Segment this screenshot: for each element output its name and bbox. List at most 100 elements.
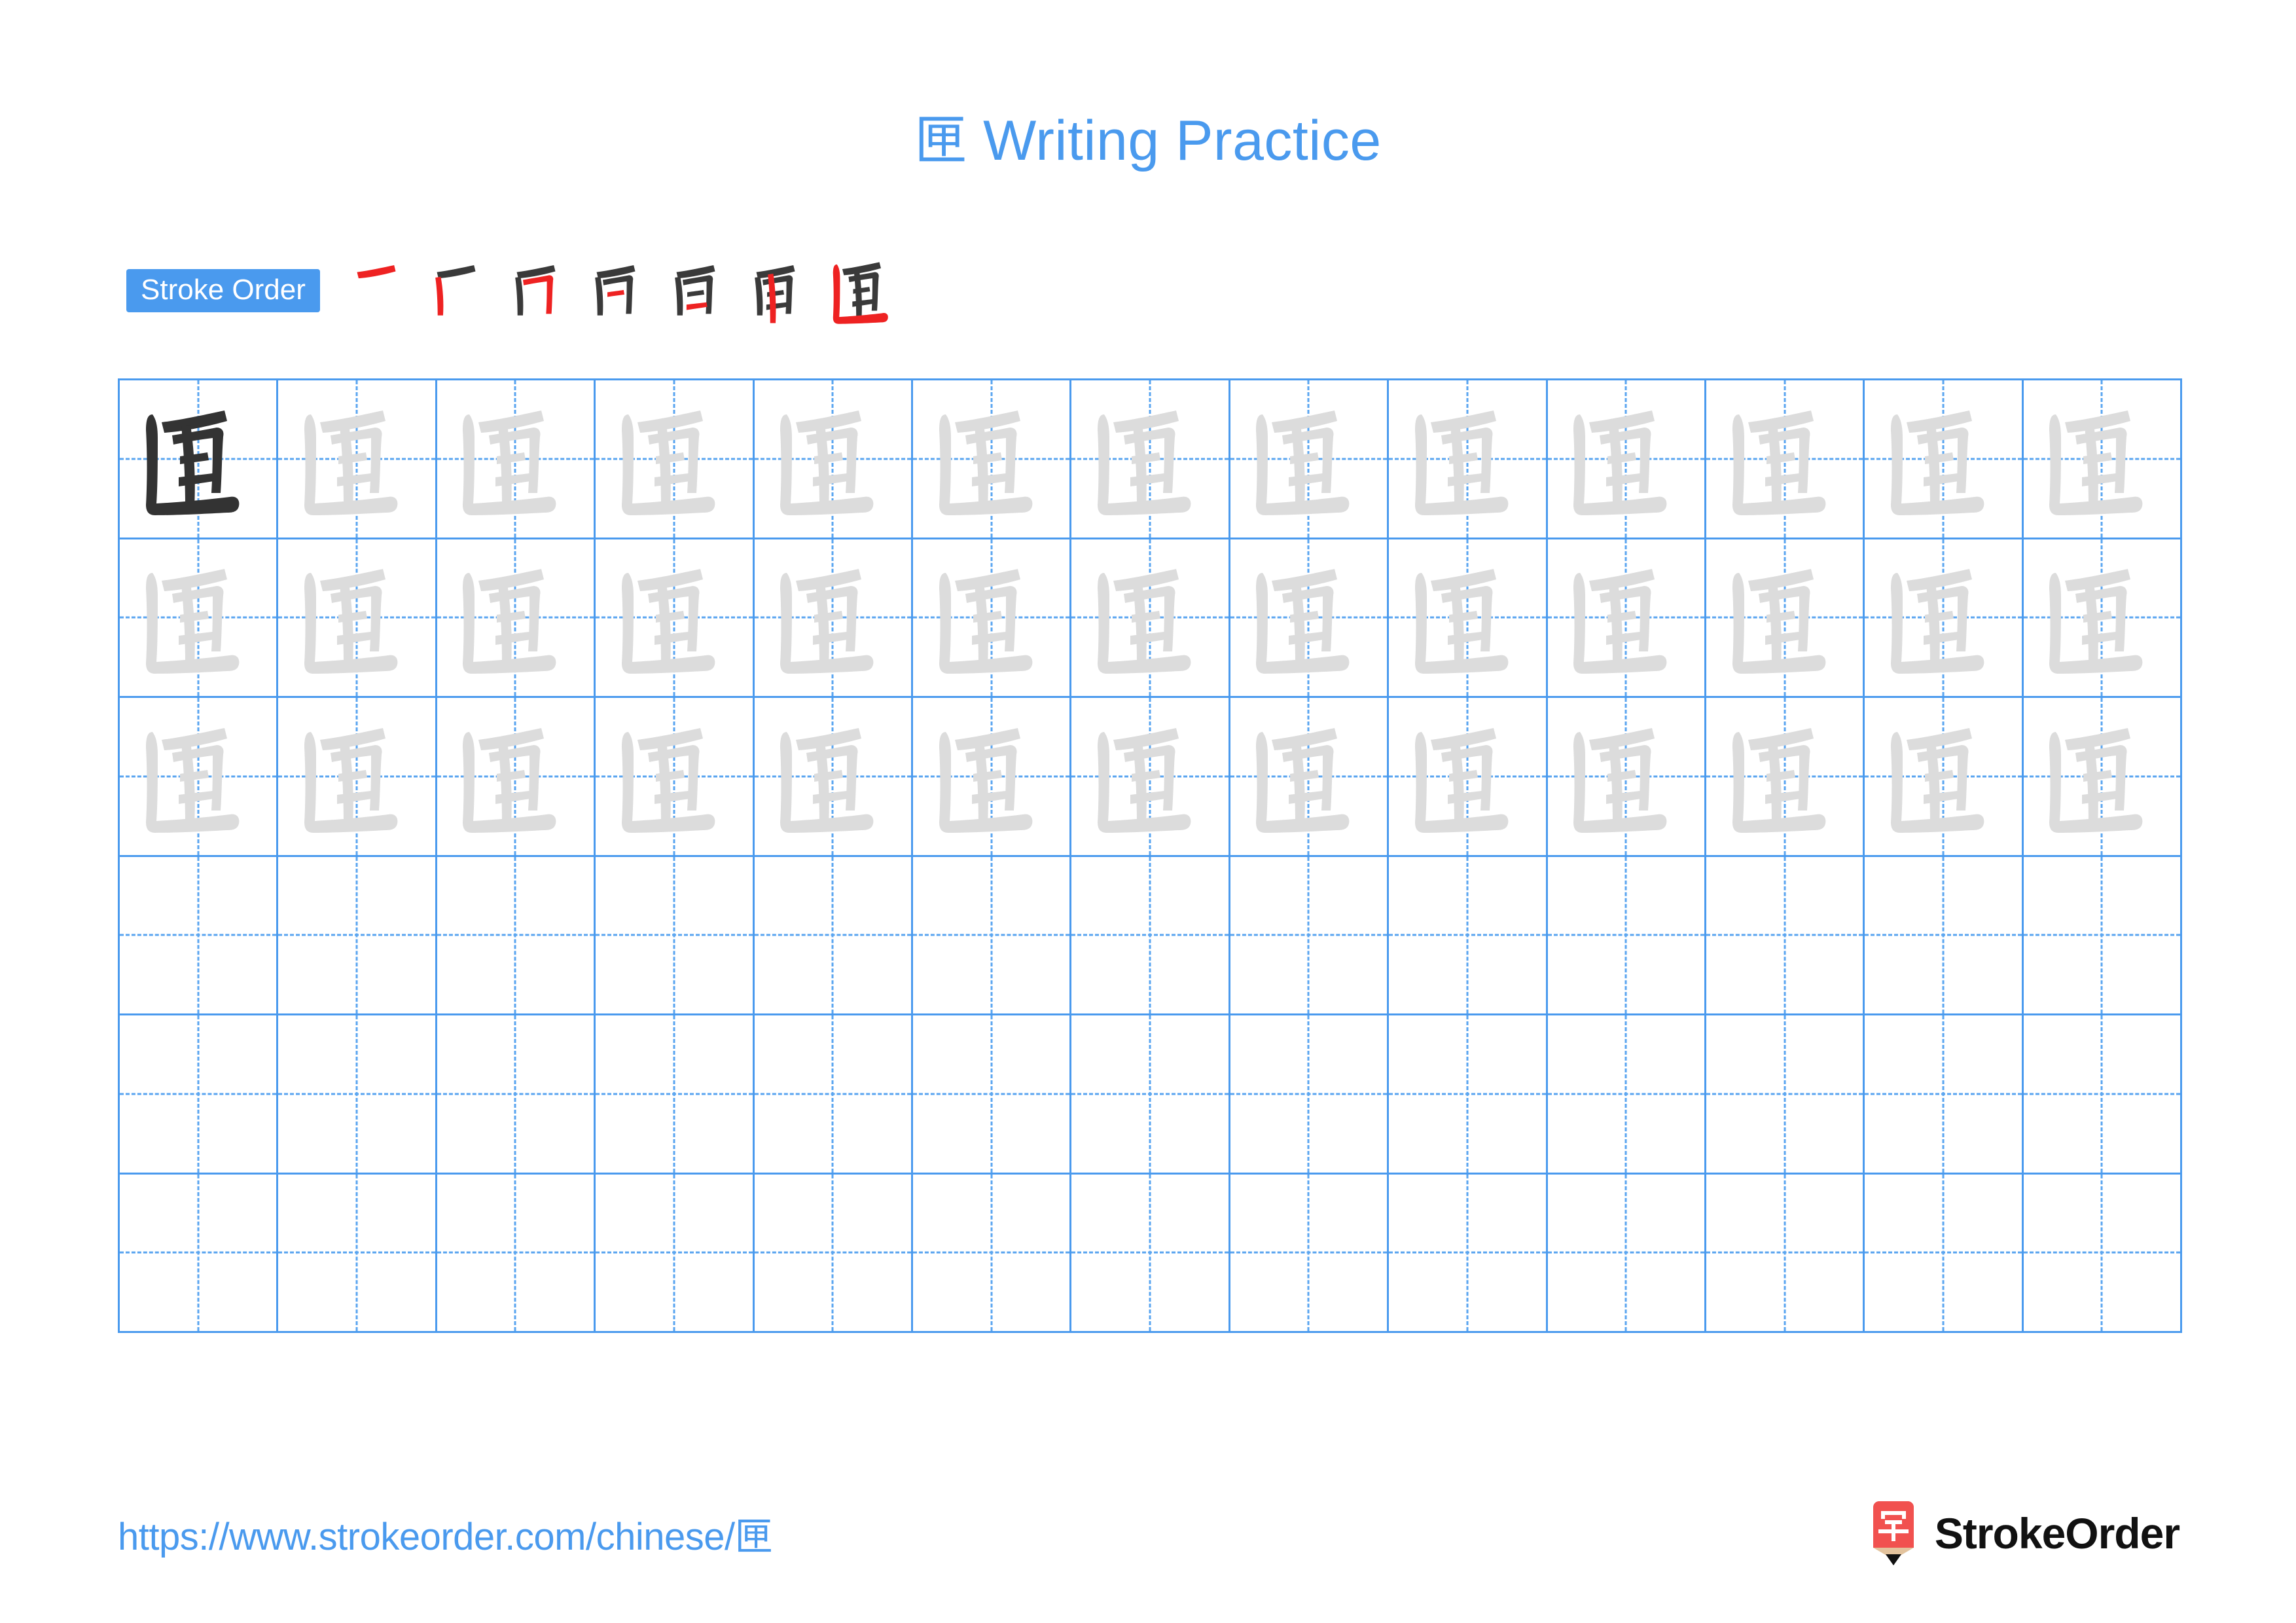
grid-cell-model[interactable]: [117, 378, 279, 539]
grid-cell-blank[interactable]: [594, 854, 755, 1015]
grid-cell-trace[interactable]: [752, 537, 913, 698]
grid-cell-blank[interactable]: [276, 1013, 437, 1175]
grid-cell-blank[interactable]: [910, 1172, 1072, 1333]
grid-cell-trace[interactable]: [1387, 696, 1548, 857]
practice-grid: [117, 378, 2183, 1333]
grid-cell-blank[interactable]: [2021, 854, 2183, 1015]
grid-cell-blank[interactable]: [1545, 1172, 1706, 1333]
grid-cell-trace[interactable]: [1069, 378, 1230, 539]
grid-cell-trace[interactable]: [1863, 696, 2024, 857]
footer-url[interactable]: https://www.strokeorder.com/chinese/匣: [118, 1506, 773, 1561]
practice-character: [2024, 393, 2180, 524]
grid-cell-trace[interactable]: [1228, 696, 1390, 857]
grid-cell-trace[interactable]: [117, 696, 279, 857]
practice-character: [1865, 552, 2021, 683]
cell-horizontal-guide: [912, 1251, 1070, 1254]
grid-cell-blank[interactable]: [1704, 854, 1865, 1015]
grid-cell-blank[interactable]: [276, 854, 437, 1015]
grid-cell-trace[interactable]: [910, 537, 1072, 698]
grid-cell-trace[interactable]: [2021, 696, 2183, 857]
grid-cell-blank[interactable]: [1069, 854, 1230, 1015]
grid-cell-blank[interactable]: [117, 1172, 279, 1333]
grid-cell-blank[interactable]: [435, 854, 596, 1015]
grid-cell-trace[interactable]: [1228, 537, 1390, 698]
grid-cell-blank[interactable]: [117, 854, 279, 1015]
grid-cell-blank[interactable]: [1704, 1172, 1865, 1333]
grid-cell-blank[interactable]: [1228, 1013, 1390, 1175]
grid-cell-blank[interactable]: [1069, 1172, 1230, 1333]
grid-cell-trace[interactable]: [2021, 537, 2183, 698]
grid-cell-trace[interactable]: [1387, 378, 1548, 539]
grid-cell-trace[interactable]: [594, 537, 755, 698]
stroke-step-1: [346, 252, 423, 329]
grid-cell-blank[interactable]: [910, 1013, 1072, 1175]
grid-cell-blank[interactable]: [752, 1013, 913, 1175]
grid-cell-trace[interactable]: [1704, 537, 1865, 698]
grid-cell-trace[interactable]: [594, 696, 755, 857]
grid-cell-blank[interactable]: [1069, 1013, 1230, 1175]
practice-character: [1071, 393, 1228, 524]
grid-cell-blank[interactable]: [1545, 1013, 1706, 1175]
cell-horizontal-guide: [1547, 934, 1704, 936]
grid-cell-blank[interactable]: [1228, 1172, 1390, 1333]
grid-cell-trace[interactable]: [1863, 537, 2024, 698]
grid-cell-blank[interactable]: [910, 854, 1072, 1015]
grid-cell-blank[interactable]: [594, 1013, 755, 1175]
grid-cell-trace[interactable]: [1863, 378, 2024, 539]
grid-cell-trace[interactable]: [1545, 696, 1706, 857]
cell-horizontal-guide: [437, 1251, 594, 1254]
grid-cell-blank[interactable]: [2021, 1172, 2183, 1333]
grid-cell-trace[interactable]: [2021, 378, 2183, 539]
grid-cell-blank[interactable]: [1545, 854, 1706, 1015]
grid-cell-trace[interactable]: [910, 378, 1072, 539]
grid-cell-trace[interactable]: [1545, 537, 1706, 698]
grid-cell-trace[interactable]: [910, 696, 1072, 857]
grid-cell-trace[interactable]: [1069, 696, 1230, 857]
grid-cell-blank[interactable]: [1387, 854, 1548, 1015]
grid-cell-blank[interactable]: [1228, 854, 1390, 1015]
grid-cell-trace[interactable]: [1228, 378, 1390, 539]
cell-vertical-guide: [1784, 1174, 1786, 1331]
grid-cell-trace[interactable]: [1704, 696, 1865, 857]
grid-cell-blank[interactable]: [2021, 1013, 2183, 1175]
grid-cell-blank[interactable]: [752, 1172, 913, 1333]
practice-character: [596, 711, 752, 842]
cell-vertical-guide: [1307, 1174, 1310, 1331]
grid-cell-trace[interactable]: [752, 378, 913, 539]
grid-cell-trace[interactable]: [435, 378, 596, 539]
practice-character: [1389, 552, 1545, 683]
grid-cell-trace[interactable]: [1545, 378, 1706, 539]
grid-cell-trace[interactable]: [1387, 537, 1548, 698]
grid-cell-trace[interactable]: [435, 537, 596, 698]
grid-cell-blank[interactable]: [117, 1013, 279, 1175]
grid-cell-trace[interactable]: [276, 537, 437, 698]
stroke-step-3: [506, 252, 583, 329]
grid-cell-trace[interactable]: [752, 696, 913, 857]
grid-cell-trace[interactable]: [276, 696, 437, 857]
cell-horizontal-guide: [437, 1093, 594, 1095]
grid-cell-blank[interactable]: [1387, 1172, 1548, 1333]
grid-cell-trace[interactable]: [594, 378, 755, 539]
grid-cell-trace[interactable]: [117, 537, 279, 698]
grid-cell-blank[interactable]: [435, 1172, 596, 1333]
grid-cell-blank[interactable]: [752, 854, 913, 1015]
grid-cell-blank[interactable]: [1863, 1013, 2024, 1175]
cell-horizontal-guide: [1230, 934, 1388, 936]
cell-horizontal-guide: [912, 934, 1070, 936]
grid-cell-blank[interactable]: [594, 1172, 755, 1333]
cell-vertical-guide: [355, 856, 358, 1013]
grid-cell-blank[interactable]: [276, 1172, 437, 1333]
stroke-step-7: [825, 252, 903, 329]
practice-character: [1071, 711, 1228, 842]
grid-cell-blank[interactable]: [1863, 1172, 2024, 1333]
cell-horizontal-guide: [1547, 1251, 1704, 1254]
grid-cell-blank[interactable]: [435, 1013, 596, 1175]
grid-cell-trace[interactable]: [276, 378, 437, 539]
cell-vertical-guide: [1149, 1015, 1151, 1173]
grid-cell-blank[interactable]: [1863, 854, 2024, 1015]
grid-cell-trace[interactable]: [1069, 537, 1230, 698]
grid-cell-trace[interactable]: [1704, 378, 1865, 539]
grid-cell-trace[interactable]: [435, 696, 596, 857]
grid-cell-blank[interactable]: [1387, 1013, 1548, 1175]
grid-cell-blank[interactable]: [1704, 1013, 1865, 1175]
